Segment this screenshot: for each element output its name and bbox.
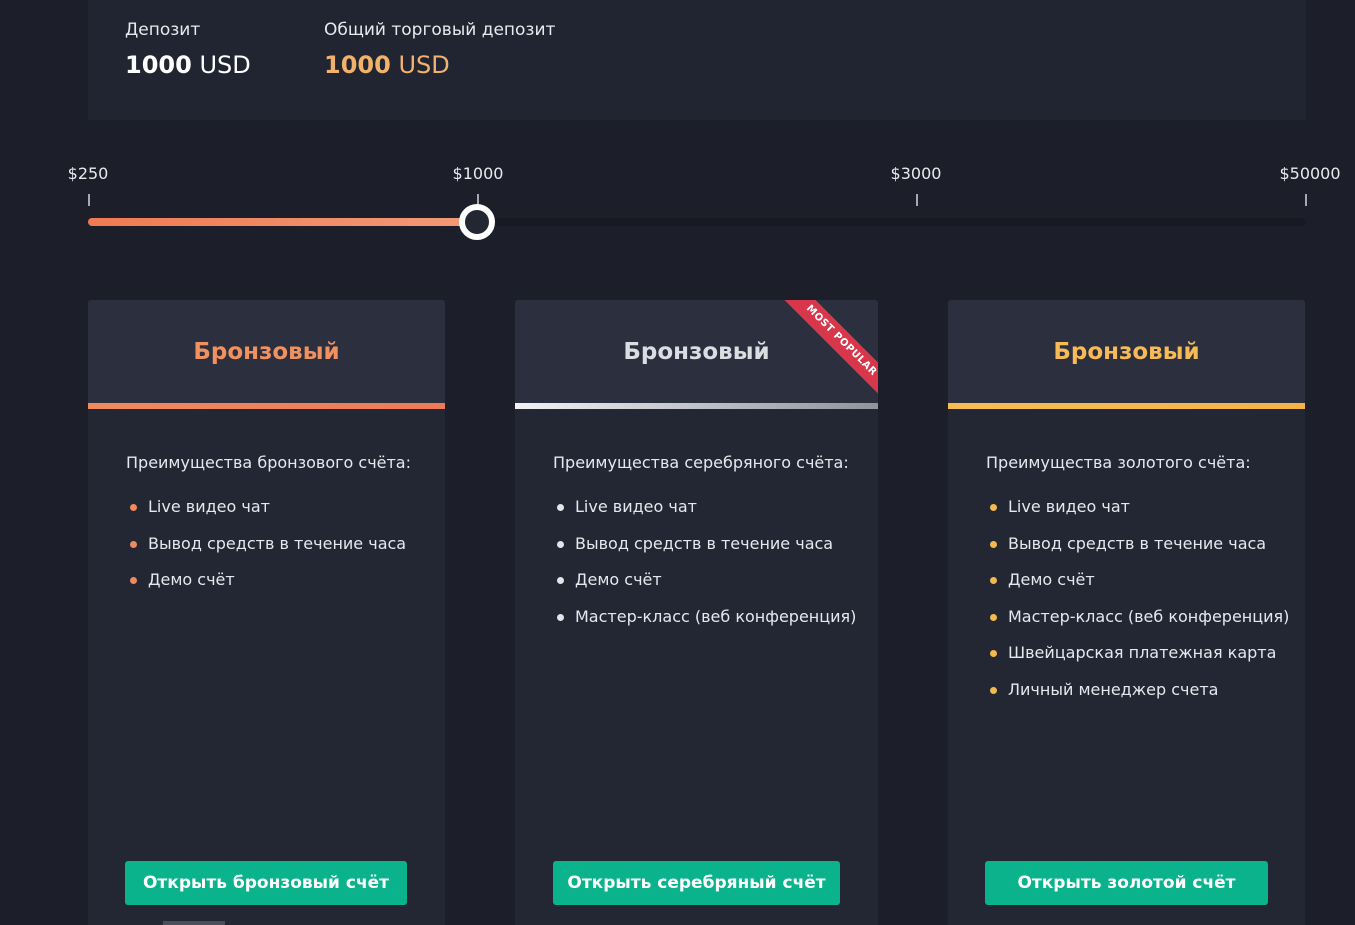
card-accent-bar: [88, 403, 445, 409]
bronze-plan-card: Бронзовый Преимущества бронзового счёта:…: [88, 300, 445, 925]
total-deposit-currency: USD: [398, 51, 450, 79]
benefit-text: Демо счёт: [575, 570, 662, 589]
bullet-dot-icon: [557, 613, 564, 621]
bullet-dot-icon: [557, 504, 564, 511]
tick-label-1000: $1000: [452, 164, 504, 183]
tick-label-50000: $50000: [1279, 164, 1341, 183]
bullet-dot-icon: [990, 686, 997, 694]
deposit-currency: USD: [199, 51, 251, 79]
deposit-amount: 1000: [125, 51, 192, 79]
bullet-dot-icon: [990, 650, 997, 657]
gold-plan-card: Бронзовый Преимущества золотого счёта: L…: [948, 300, 1305, 925]
bullet-dot-icon: [990, 613, 997, 621]
total-deposit-block: Общий торговый депозит 1000 USD: [324, 18, 555, 80]
benefit-item: Демо счёт: [553, 568, 878, 592]
open-silver-account-button[interactable]: Открыть серебряный счёт: [553, 861, 840, 905]
bullet-dot-icon: [130, 540, 137, 548]
benefit-item: Швейцарская платежная карта: [986, 641, 1305, 665]
bullet-dot-icon: [557, 540, 564, 548]
benefit-item: Демо счёт: [126, 568, 445, 592]
benefits-heading: Преимущества бронзового счёта:: [126, 453, 411, 472]
tick-label-3000: $3000: [890, 164, 942, 183]
card-title: Бронзовый: [1053, 338, 1200, 365]
deposit-value: 1000 USD: [125, 50, 251, 80]
benefit-text: Вывод средств в течение часа: [575, 533, 834, 553]
benefit-text: Личный менеджер счета: [1008, 679, 1219, 699]
slider-track[interactable]: [88, 204, 1306, 240]
total-deposit-value: 1000 USD: [324, 50, 555, 80]
slider-fill: [88, 218, 477, 226]
bullet-dot-icon: [557, 577, 564, 584]
benefits-heading: Преимущества серебряного счёта:: [553, 453, 849, 472]
benefit-item: Live видео чат: [553, 495, 878, 519]
silver-plan-card: Бронзовый Преимущества серебряного счёта…: [515, 300, 878, 925]
benefit-item: Мастер-класс (веб конференция): [986, 605, 1305, 629]
card-title: Бронзовый: [193, 338, 340, 365]
benefit-text: Вывод средств в течение часа: [1008, 533, 1267, 553]
card-title: Бронзовый: [623, 338, 770, 365]
card-header: Бронзовый: [88, 300, 445, 403]
deposit-block: Депозит 1000 USD: [125, 18, 251, 80]
deposit-label: Депозит: [125, 20, 201, 40]
benefit-item: Live видео чат: [986, 495, 1305, 519]
benefit-text: Швейцарская платежная карта: [1008, 643, 1277, 662]
benefit-text: Демо счёт: [148, 570, 235, 589]
bullet-dot-icon: [990, 540, 997, 548]
tick-mark: [916, 194, 918, 206]
benefit-text: Демо счёт: [1008, 570, 1095, 589]
benefit-item: Демо счёт: [986, 568, 1305, 592]
card-header: Бронзовый: [948, 300, 1305, 403]
benefit-text: Live видео чат: [148, 497, 270, 516]
card-accent-bar: [948, 403, 1305, 409]
bullet-dot-icon: [130, 504, 137, 511]
tick-label-250: $250: [67, 164, 109, 183]
tick-mark: [1305, 194, 1307, 206]
benefit-text: Мастер-класс (веб конференция): [1008, 606, 1290, 626]
bullet-dot-icon: [130, 577, 137, 584]
benefit-item: Вывод средств в течение часа: [553, 532, 878, 556]
benefit-item: Вывод средств в течение часа: [126, 532, 445, 556]
benefit-text: Live видео чат: [575, 497, 697, 516]
bullet-dot-icon: [990, 577, 997, 584]
benefit-item: Live видео чат: [126, 495, 445, 519]
ribbon-label: MOST POPULAR: [780, 300, 878, 402]
benefit-item: Мастер-класс (веб конференция): [553, 605, 878, 629]
most-popular-ribbon: MOST POPULAR: [768, 300, 878, 410]
benefit-text: Вывод средств в течение часа: [148, 533, 407, 553]
benefit-item: Личный менеджер счета: [986, 678, 1305, 702]
open-gold-account-button[interactable]: Открыть золотой счёт: [985, 861, 1268, 905]
benefit-text: Live видео чат: [1008, 497, 1130, 516]
benefits-heading: Преимущества золотого счёта:: [986, 453, 1251, 472]
benefits-list: Live видео чат Вывод средств в течение ча…: [986, 495, 1305, 702]
benefit-item: Вывод средств в течение часа: [986, 532, 1305, 556]
deposit-summary-panel: Депозит 1000 USD Общий торговый депозит …: [88, 0, 1306, 120]
benefit-text: Мастер-класс (веб конференция): [575, 606, 857, 626]
bullet-dot-icon: [990, 504, 997, 511]
scroll-indicator[interactable]: [163, 921, 225, 925]
total-deposit-label: Общий торговый депозит: [324, 20, 556, 40]
total-deposit-amount: 1000: [324, 51, 391, 79]
open-bronze-account-button[interactable]: Открыть бронзовый счёт: [125, 861, 407, 905]
slider-thumb[interactable]: [459, 204, 495, 240]
benefits-list: Live видео чат Вывод средств в течение ча…: [553, 495, 878, 629]
benefits-list: Live видео чат Вывод средств в течение ча…: [126, 495, 445, 592]
tick-mark: [88, 194, 90, 206]
